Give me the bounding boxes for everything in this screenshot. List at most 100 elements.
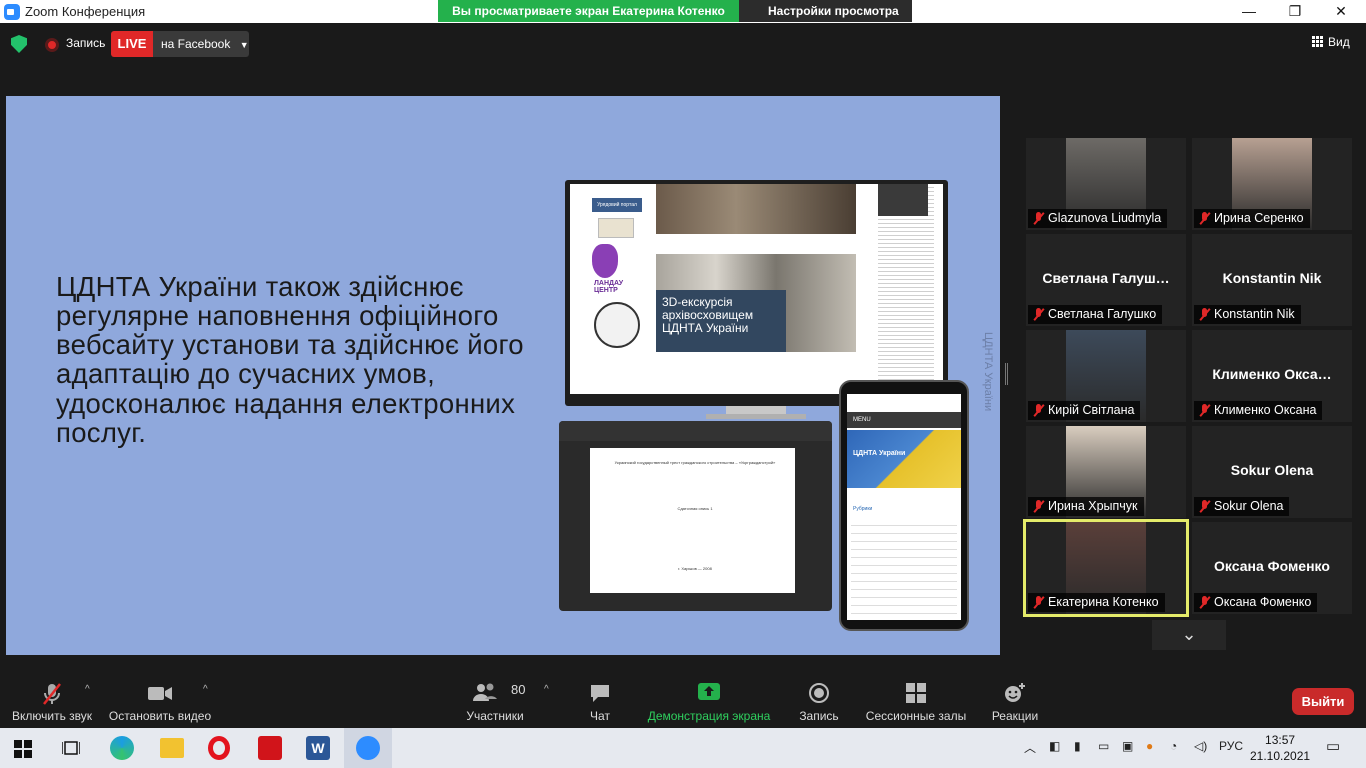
archive-logo	[598, 218, 634, 238]
participant-name: Glazunova Liudmyla	[1048, 211, 1162, 225]
task-view-icon[interactable]	[62, 740, 80, 756]
participant-name: Кирій Світлана	[1048, 403, 1135, 417]
phone-list	[851, 518, 957, 618]
record-button[interactable]: Запись	[794, 672, 844, 728]
participant-name-label: Клименко Оксана	[1194, 401, 1323, 420]
doc-city: г. Харьков — 2008	[678, 566, 712, 571]
video-options-caret[interactable]: ^	[203, 684, 208, 695]
wifi-icon[interactable]: ◔	[1170, 739, 1177, 753]
mic-muted-icon	[1199, 212, 1210, 225]
participant-name-label: Екатерина Котенко	[1028, 593, 1165, 612]
participant-name: Клименко Оксана	[1214, 403, 1317, 417]
smiley-plus-icon	[1005, 683, 1025, 702]
view-settings-label: Настройки просмотра	[768, 4, 899, 18]
monitor-photo-top	[656, 184, 856, 234]
unmute-label: Включить звук	[11, 709, 93, 723]
windows-start-icon[interactable]	[14, 740, 32, 758]
meeting-topbar: Запись LIVE на Facebook ▼ Вид	[0, 23, 1366, 65]
panel-resize-handle[interactable]	[1005, 363, 1008, 385]
participant-tile[interactable]: Оксана Фоменко Оксана Фоменко	[1192, 522, 1352, 614]
screen-share-banner: Вы просматриваете экран Екатерина Котенк…	[438, 0, 739, 22]
participant-tile[interactable]: Светлана Галуш… Светлана Галушко	[1026, 234, 1186, 326]
chat-bubble-icon	[591, 685, 609, 702]
view-button[interactable]: Вид	[1312, 35, 1350, 49]
unmute-button[interactable]: Включить звук	[6, 672, 98, 728]
file-explorer-icon[interactable]	[160, 738, 184, 758]
view-settings-button[interactable]: Настройки просмотра ⌄	[739, 0, 912, 40]
stop-video-button[interactable]: Остановить видео	[106, 672, 214, 728]
participant-tile[interactable]: Ирина Серенко	[1192, 138, 1352, 230]
caret-down-icon: ▼	[239, 40, 249, 50]
phone-section-title: Рубрики	[853, 506, 873, 512]
gallery-next-page-button[interactable]: ⌄	[1152, 620, 1226, 650]
participant-name-label: Konstantin Nik	[1194, 305, 1301, 324]
tray-mic-icon[interactable]: ▮	[1074, 739, 1081, 753]
laptop-toolbar	[559, 421, 832, 441]
acrobat-reader-icon[interactable]	[258, 736, 282, 760]
volume-icon[interactable]: ◁)	[1194, 739, 1207, 753]
share-screen-button[interactable]: Демонстрация экрана	[644, 672, 774, 728]
mic-muted-icon	[1033, 308, 1044, 321]
monitor-base	[706, 414, 806, 419]
recording-label[interactable]: Запись	[66, 36, 105, 50]
edge-browser-icon[interactable]	[110, 736, 134, 760]
window-title: Zoom Конференция	[25, 4, 146, 19]
word-icon[interactable]: W	[306, 736, 330, 760]
record-icon	[809, 683, 829, 703]
reactions-button[interactable]: Реакции	[988, 672, 1042, 728]
shared-screen: ЦДНТА України також здійснює регулярне н…	[6, 96, 1000, 655]
phone-site-title: ЦДНТА України	[853, 450, 906, 457]
mic-muted-icon	[1033, 404, 1044, 417]
mic-muted-icon	[1033, 596, 1044, 609]
tray-expand-icon[interactable]: ︿	[1024, 739, 1036, 756]
security-shield-icon[interactable]	[11, 35, 27, 53]
participant-tile[interactable]: Кирій Світлана	[1026, 330, 1186, 422]
participant-tile[interactable]: Ирина Хрыпчук	[1026, 426, 1186, 518]
participant-tile[interactable]: Konstantin Nik Konstantin Nik	[1192, 234, 1352, 326]
grid-icon	[1312, 36, 1323, 47]
system-clock[interactable]: 13:57 21.10.2021	[1250, 732, 1310, 764]
phone-image: MENU ЦДНТА України Рубрики	[839, 380, 969, 631]
live-badge[interactable]: LIVE	[111, 31, 153, 57]
participant-name-label: Светлана Галушко	[1028, 305, 1163, 324]
monitor-image: Урядовий портал ЛАНДАУ ЦЕНТР 3D-екскурсі…	[565, 180, 948, 406]
clock-date: 21.10.2021	[1250, 749, 1311, 763]
network-adapter-icon[interactable]: ▣	[1122, 739, 1133, 753]
chat-button[interactable]: Чат	[576, 672, 624, 728]
view-label: Вид	[1328, 35, 1350, 49]
notifications-icon[interactable]: ▭	[1326, 737, 1340, 755]
participants-button[interactable]: 80 Участники	[460, 672, 530, 728]
participants-label: Участники	[466, 709, 524, 723]
breakout-rooms-icon	[906, 683, 926, 703]
battery-icon[interactable]: ▭	[1098, 739, 1109, 753]
participants-count: 80	[511, 682, 526, 697]
participants-options-caret[interactable]: ^	[544, 684, 549, 695]
zoom-taskbar-icon[interactable]	[356, 736, 380, 760]
audio-options-caret[interactable]: ^	[85, 684, 90, 695]
participant-tile[interactable]: Клименко Окса… Клименко Оксана	[1192, 330, 1352, 422]
participant-display-name: Светлана Галуш…	[1042, 270, 1170, 286]
meet-now-icon[interactable]: ◧	[1049, 739, 1060, 753]
participant-name-label: Оксана Фоменко	[1194, 593, 1318, 612]
mic-muted-icon	[1033, 212, 1044, 225]
slide-body-text: ЦДНТА України також здійснює регулярне н…	[56, 271, 524, 448]
input-language[interactable]: РУС	[1219, 739, 1243, 753]
live-destination-label: на Facebook	[161, 37, 231, 51]
participant-tile[interactable]: Sokur Olena Sokur Olena	[1192, 426, 1352, 518]
close-button[interactable]: ✕	[1318, 1, 1364, 22]
minimize-button[interactable]: —	[1226, 1, 1272, 22]
participant-tile[interactable]: Glazunova Liudmyla	[1026, 138, 1186, 230]
participant-name: Konstantin Nik	[1214, 307, 1295, 321]
maximize-button[interactable]: ❐	[1272, 1, 1318, 22]
participant-name: Екатерина Котенко	[1048, 595, 1159, 609]
opera-browser-icon[interactable]	[208, 736, 230, 760]
mic-muted-icon	[1199, 404, 1210, 417]
leave-meeting-button[interactable]: Выйти	[1292, 688, 1354, 715]
participant-tile[interactable]: Екатерина Котенко	[1023, 519, 1189, 617]
reactions-label: Реакции	[991, 709, 1039, 723]
monitor-screen: Урядовий портал ЛАНДАУ ЦЕНТР 3D-екскурсі…	[570, 184, 943, 394]
avast-icon[interactable]: ●	[1146, 739, 1153, 753]
institute-seal	[594, 302, 640, 348]
breakout-rooms-button[interactable]: Сессионные залы	[862, 672, 970, 728]
live-destination-dropdown[interactable]: на Facebook ▼	[153, 31, 249, 57]
